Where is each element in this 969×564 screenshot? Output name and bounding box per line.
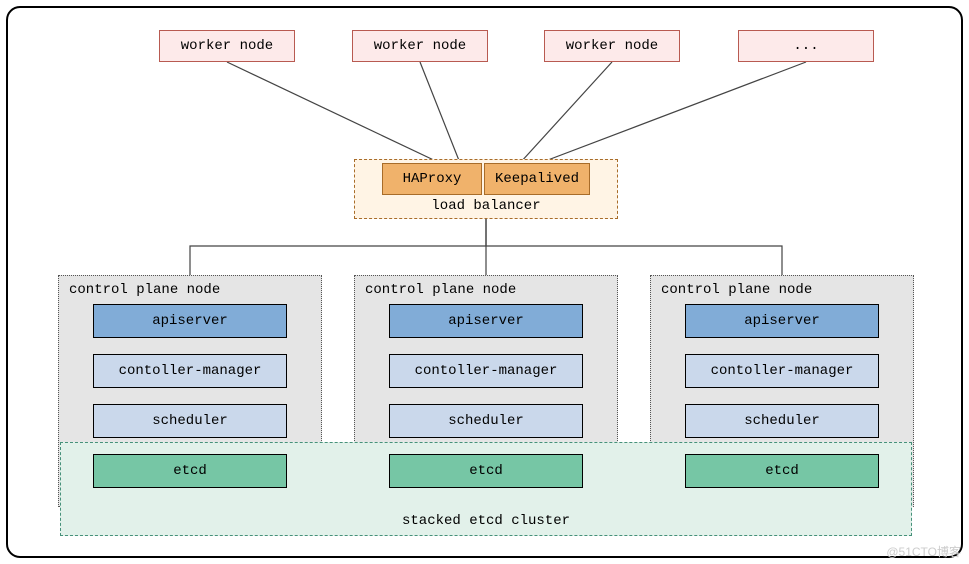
etcd-box: etcd	[93, 454, 287, 488]
etcd-box: etcd	[685, 454, 879, 488]
scheduler-box: scheduler	[685, 404, 879, 438]
haproxy-label: HAProxy	[403, 171, 462, 187]
keepalived-box: Keepalived	[484, 163, 590, 195]
keepalived-label: Keepalived	[495, 171, 579, 187]
stacked-etcd-cluster-label: stacked etcd cluster	[402, 513, 570, 529]
diagram-canvas: worker node worker node worker node ... …	[0, 0, 969, 564]
worker-node-label: worker node	[374, 38, 466, 54]
worker-node-label: worker node	[566, 38, 658, 54]
apiserver-label: apiserver	[152, 313, 228, 329]
control-plane-node-label: control plane node	[69, 282, 220, 298]
worker-node-3: worker node	[544, 30, 680, 62]
worker-node-label: ...	[793, 38, 818, 54]
scheduler-box: scheduler	[93, 404, 287, 438]
controller-manager-label: contoller-manager	[415, 363, 558, 379]
apiserver-box: apiserver	[685, 304, 879, 338]
haproxy-box: HAProxy	[382, 163, 482, 195]
controller-manager-label: contoller-manager	[119, 363, 262, 379]
etcd-label: etcd	[765, 463, 799, 479]
control-plane-node-label: control plane node	[365, 282, 516, 298]
worker-node-ellipsis: ...	[738, 30, 874, 62]
etcd-label: etcd	[173, 463, 207, 479]
controller-manager-box: contoller-manager	[93, 354, 287, 388]
watermark: @51CTO博客	[886, 543, 961, 560]
apiserver-label: apiserver	[744, 313, 820, 329]
worker-node-1: worker node	[159, 30, 295, 62]
scheduler-label: scheduler	[448, 413, 524, 429]
scheduler-label: scheduler	[152, 413, 228, 429]
apiserver-label: apiserver	[448, 313, 524, 329]
controller-manager-label: contoller-manager	[711, 363, 854, 379]
etcd-box: etcd	[389, 454, 583, 488]
controller-manager-box: contoller-manager	[389, 354, 583, 388]
worker-node-2: worker node	[352, 30, 488, 62]
load-balancer-label: load balancer	[431, 198, 540, 214]
control-plane-node-label: control plane node	[661, 282, 812, 298]
worker-node-label: worker node	[181, 38, 273, 54]
scheduler-box: scheduler	[389, 404, 583, 438]
scheduler-label: scheduler	[744, 413, 820, 429]
controller-manager-box: contoller-manager	[685, 354, 879, 388]
etcd-label: etcd	[469, 463, 503, 479]
apiserver-box: apiserver	[93, 304, 287, 338]
apiserver-box: apiserver	[389, 304, 583, 338]
